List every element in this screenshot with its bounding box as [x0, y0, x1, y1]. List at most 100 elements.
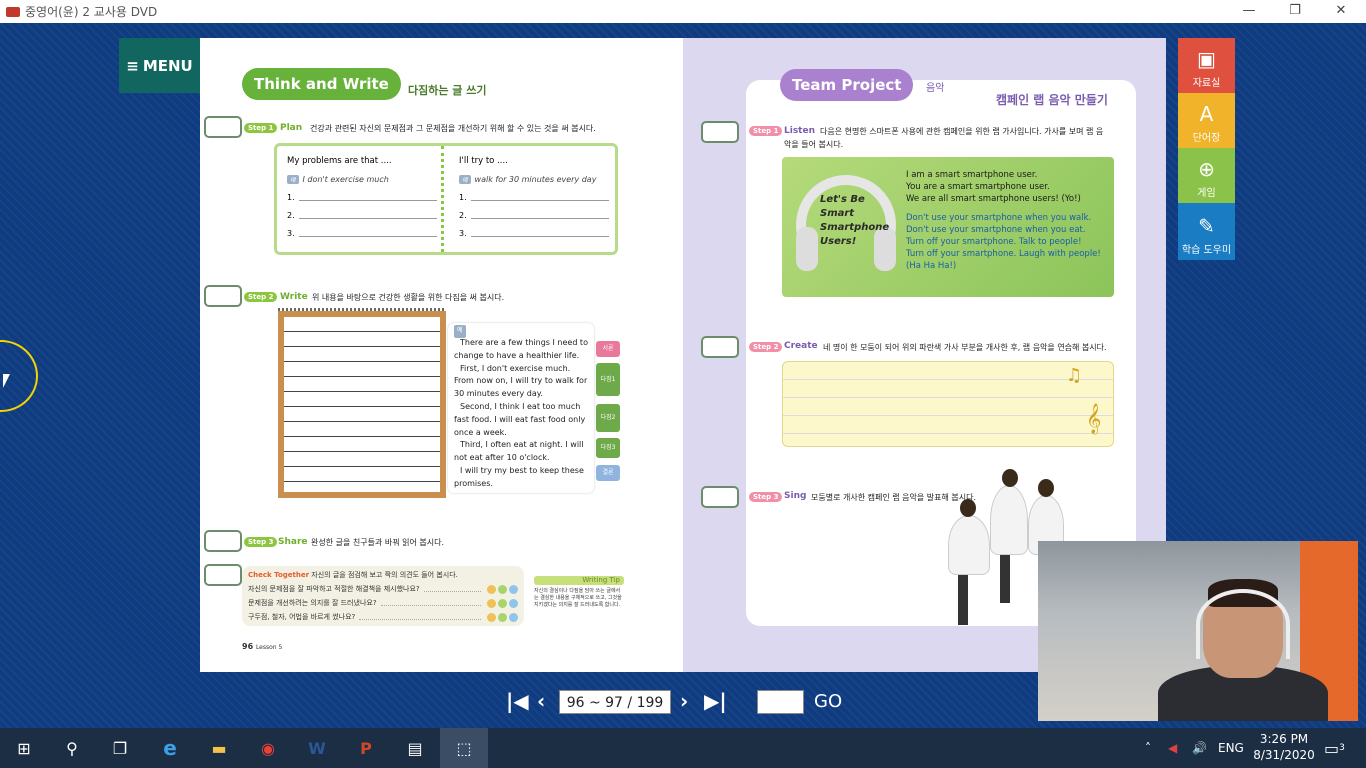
task-view-icon[interactable]: ❐ [96, 728, 144, 768]
page-indicator[interactable]: 96 ~ 97 / 199 [559, 690, 671, 714]
tool-label: 단어장 [1192, 133, 1221, 144]
snipping-tool-icon[interactable]: ⬚ [440, 728, 488, 768]
blank-line[interactable] [298, 229, 437, 237]
goto-page-input[interactable] [757, 690, 804, 714]
window-title: 중영어(윤) 2 교사용 DVD [25, 5, 158, 19]
mouse-step-icon [204, 285, 242, 307]
blank-line[interactable] [298, 193, 437, 201]
sample-sentence: There are a few things I need to change … [454, 338, 588, 360]
textbook-app-icon[interactable]: ▤ [391, 728, 439, 768]
face-icon[interactable] [487, 584, 496, 594]
face-icon[interactable] [498, 612, 507, 622]
face-icon[interactable] [509, 584, 518, 594]
lamp-icon: ✎ [1198, 214, 1215, 238]
minimize-button[interactable]: — [1226, 0, 1272, 23]
blank-line[interactable] [470, 193, 609, 201]
search-icon[interactable]: ⚲ [48, 728, 96, 768]
sample-sentence: I will try my best to keep these promise… [454, 465, 584, 488]
word-icon[interactable]: W [293, 728, 341, 768]
prev-page-icon[interactable]: ‹ [537, 688, 545, 714]
example-tag: 예 [454, 325, 466, 338]
hamburger-icon: ≡ [126, 56, 139, 75]
notification-count: 3 [1339, 743, 1345, 753]
go-button[interactable]: GO [814, 688, 842, 716]
face-icon[interactable] [509, 598, 518, 608]
mic-muted-icon[interactable]: ◀ [1168, 728, 1177, 768]
step2-name: Write [280, 292, 308, 302]
music-note-icon: ♫ [1066, 365, 1083, 386]
first-page-icon[interactable]: |◀ [506, 688, 529, 714]
face-icon[interactable] [498, 584, 507, 594]
subject-tag: 음악 [926, 83, 945, 94]
step3-badge: Step 3 [244, 537, 278, 547]
edge-icon[interactable]: e [146, 728, 194, 768]
gamepad-icon: ⊕ [1198, 157, 1215, 181]
close-button[interactable]: ✕ [1318, 0, 1364, 23]
start-icon[interactable]: ⊞ [0, 728, 48, 768]
line-number: 3. [459, 229, 467, 238]
step1-instruction: 다음은 현명한 스마트폰 사용에 관한 캠페인을 위한 랩 가사입니다. 가사를… [820, 127, 1104, 136]
tool-label: 학습 도우미 [1181, 245, 1232, 256]
notification-icon[interactable]: ▭ 3 [1324, 728, 1345, 768]
last-page-icon[interactable]: ▶| [704, 688, 727, 714]
face-icon[interactable] [509, 612, 518, 622]
project-title: 캠페인 랩 음악 만들기 [996, 93, 1108, 107]
step1-name: Listen [784, 126, 815, 136]
blank-line[interactable] [470, 211, 609, 219]
resources-button[interactable]: ▣ 자료실 [1178, 38, 1235, 93]
student-legs [958, 575, 968, 625]
student-legs [1000, 555, 1010, 603]
tool-label: 게임 [1197, 188, 1216, 199]
step1-badge: Step 1 [244, 123, 278, 133]
lyrics-writing-area[interactable] [782, 361, 1114, 447]
line-number: 2. [459, 211, 467, 220]
face-icon[interactable] [487, 598, 496, 608]
writing-tip: Writing Tip 자신의 결심이나 다짐을 담아 쓰는 글에서는 결심한 … [534, 576, 624, 626]
menu-button[interactable]: ≡ MENU [119, 38, 200, 93]
webcam-overlay [1038, 541, 1358, 721]
clock[interactable]: 3:26 PM 8/31/2020 [1253, 731, 1315, 763]
chrome-icon[interactable]: ◉ [244, 728, 292, 768]
step2-badge: Step 2 [749, 342, 783, 352]
think-write-header: Think and Write [242, 68, 401, 100]
check-item: 구두점, 철자, 어법을 바르게 썼나요? [248, 613, 356, 621]
student-figure [990, 485, 1028, 555]
example-tag: 예 [287, 175, 299, 184]
line-number: 1. [287, 193, 295, 202]
volume-icon[interactable]: 🔊 [1192, 728, 1207, 768]
headset-icon [1196, 589, 1290, 659]
try-title: I'll try to .... [459, 156, 508, 166]
study-helper-button[interactable]: ✎ 학습 도우미 [1178, 203, 1235, 260]
tab-promise2: 다짐2 [596, 404, 620, 432]
tab-promise3: 다짐3 [596, 438, 620, 458]
check-item: 자신의 문제점을 잘 파악하고 적절한 해결책을 제시했나요? [248, 585, 420, 593]
team-project-header: Team Project [780, 69, 914, 101]
tray-chevron-icon[interactable]: ˄ [1145, 728, 1151, 768]
notebook-writing-area[interactable] [278, 311, 446, 498]
mouse-cursor-icon [3, 374, 10, 388]
lyrics-blue: Don't use your smartphone when you walk.… [906, 213, 1101, 271]
mouse-step-icon [204, 564, 242, 586]
blank-line[interactable] [470, 229, 609, 237]
line-number: 1. [459, 193, 467, 202]
vocabulary-button[interactable]: A 단어장 [1178, 93, 1235, 148]
word-book-icon: A [1199, 102, 1214, 126]
restore-button[interactable]: ❐ [1272, 0, 1318, 23]
problems-title: My problems are that .... [287, 156, 392, 166]
writing-tip-text: 자신의 결심이나 다짐을 담아 쓰는 글에서는 결심한 내용을 구체적으로 쓰고… [534, 588, 622, 608]
title-bar: 중영어(윤) 2 교사용 DVD — ❐ ✕ [0, 0, 1366, 23]
tab-promise1: 다짐1 [596, 363, 620, 396]
file-explorer-icon[interactable]: ▬ [195, 728, 243, 768]
language-indicator[interactable]: ENG [1218, 728, 1244, 768]
step2-instruction: 위 내용을 바탕으로 건강한 생활을 위한 다짐을 써 봅시다. [312, 293, 505, 302]
tool-label: 자료실 [1192, 78, 1221, 89]
menu-label: MENU [142, 56, 193, 75]
next-page-icon[interactable]: › [680, 688, 688, 714]
blank-line[interactable] [298, 211, 437, 219]
check-subtitle: 자신의 글을 점검해 보고 짝의 의견도 들어 봅시다. [311, 571, 458, 579]
face-icon[interactable] [498, 598, 507, 608]
game-button[interactable]: ⊕ 게임 [1178, 148, 1235, 203]
powerpoint-icon[interactable]: P [342, 728, 390, 768]
face-icon[interactable] [487, 612, 496, 622]
notebook-lines [284, 317, 440, 492]
